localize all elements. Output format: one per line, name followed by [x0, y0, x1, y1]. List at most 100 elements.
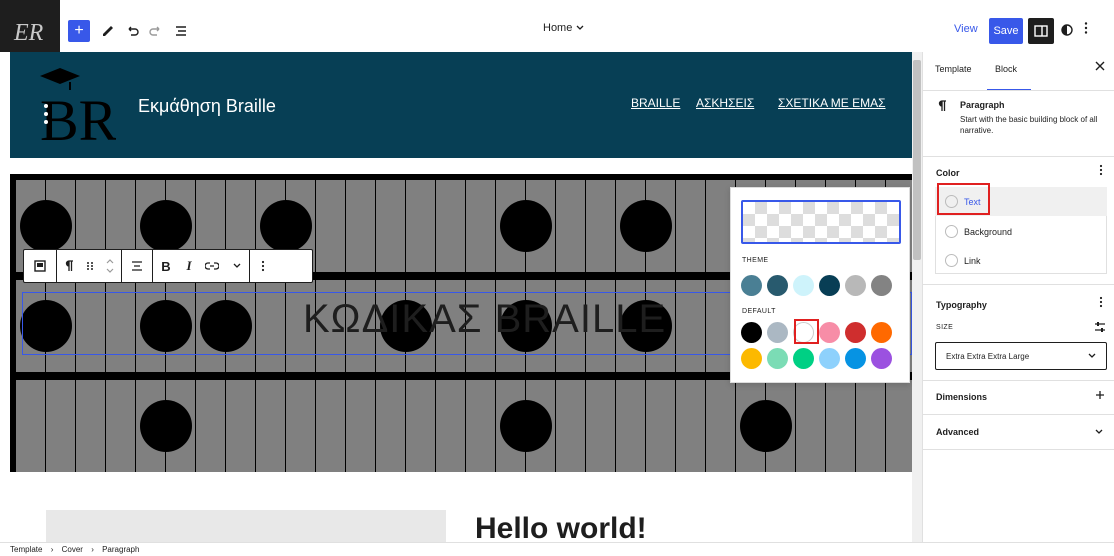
- save-button[interactable]: Save: [989, 18, 1023, 44]
- chevron-down-icon: [576, 25, 584, 30]
- move-arrows-icon: [106, 259, 114, 273]
- cover-paragraph-text[interactable]: ΚΩΔΙΚΑΣ BRAILLE: [303, 297, 666, 342]
- color-swatch[interactable]: [819, 275, 840, 296]
- dimensions-add-button[interactable]: [1095, 390, 1105, 400]
- braille-cell-slot: [556, 380, 585, 472]
- typography-panel-options-button[interactable]: [1099, 296, 1103, 308]
- cover-block-icon: [34, 260, 46, 272]
- braille-cell-slot: [106, 380, 135, 472]
- braille-cell-slot: [76, 380, 105, 472]
- tab-block[interactable]: Block: [995, 64, 1017, 74]
- move-up-down-buttons[interactable]: [99, 250, 121, 282]
- site-title[interactable]: Εκμάθηση Braille: [138, 96, 276, 117]
- braille-dot: [500, 400, 552, 452]
- braille-cell-slot: [16, 380, 45, 472]
- view-button[interactable]: View: [954, 23, 978, 35]
- color-swatch[interactable]: [767, 348, 788, 369]
- typography-panel-heading: Typography: [936, 300, 987, 310]
- color-item-label: Background: [964, 226, 1013, 237]
- color-swatch[interactable]: [819, 322, 840, 343]
- color-swatch[interactable]: [741, 322, 762, 343]
- link-icon: [205, 262, 219, 270]
- tools-button[interactable]: [97, 20, 119, 42]
- nav-link-braille[interactable]: BRAILLE: [631, 96, 680, 110]
- braille-cell-slot: [466, 180, 495, 272]
- tab-template[interactable]: Template: [935, 64, 972, 74]
- list-view-button[interactable]: [170, 20, 192, 42]
- braille-cell-slot: [286, 380, 315, 472]
- braille-cell-slot: [376, 380, 405, 472]
- paragraph-block-button[interactable]: [57, 250, 81, 282]
- color-swatch[interactable]: [767, 275, 788, 296]
- font-size-select[interactable]: Extra Extra Extra Large: [935, 342, 1107, 370]
- site-logo-icon: ER: [13, 20, 44, 46]
- site-logo-button[interactable]: ER: [0, 0, 60, 60]
- braille-cell-slot: [796, 380, 825, 472]
- undo-button[interactable]: [121, 20, 143, 42]
- nav-link-about[interactable]: ΣΧΕΤΙΚΑ ΜΕ ΕΜΑΣ: [778, 96, 886, 110]
- block-options-button[interactable]: [250, 250, 276, 282]
- chevron-down-icon: [233, 263, 241, 268]
- breadcrumb-item-cover[interactable]: Cover: [62, 545, 83, 554]
- parent-block-button[interactable]: [24, 250, 56, 282]
- breadcrumb-item-template[interactable]: Template: [10, 545, 42, 554]
- color-swatch[interactable]: [845, 322, 866, 343]
- align-center-icon: [132, 261, 142, 271]
- color-swatch[interactable]: [767, 322, 788, 343]
- color-item-link[interactable]: Link: [935, 246, 1107, 275]
- braille-cell-slot: [586, 380, 615, 472]
- color-panel-options-button[interactable]: [1099, 164, 1103, 176]
- advanced-panel-heading[interactable]: Advanced: [936, 427, 979, 437]
- font-size-custom-toggle[interactable]: [1094, 321, 1106, 333]
- document-title-dropdown[interactable]: Home: [543, 22, 584, 34]
- more-rich-text-button[interactable]: [225, 250, 249, 282]
- close-sidebar-button[interactable]: [1095, 61, 1105, 71]
- post-title[interactable]: Hello world!: [475, 512, 647, 542]
- color-swatch[interactable]: [871, 322, 892, 343]
- color-swatch[interactable]: [845, 275, 866, 296]
- color-swatch[interactable]: [793, 275, 814, 296]
- align-button[interactable]: [122, 250, 152, 282]
- color-swatch[interactable]: [845, 348, 866, 369]
- settings-toggle-button[interactable]: [1028, 18, 1054, 44]
- editor-top-toolbar: ER + Home View Save: [0, 0, 1114, 60]
- braille-cell-slot: [706, 380, 735, 472]
- color-item-background[interactable]: Background: [935, 217, 1107, 246]
- drag-handle[interactable]: [81, 250, 99, 282]
- italic-button[interactable]: I: [179, 250, 199, 282]
- canvas-scroll-thumb[interactable]: [913, 60, 921, 260]
- nav-link-exercises[interactable]: ΑΣΚΗΣΕΙΣ: [696, 96, 754, 110]
- color-swatch[interactable]: [793, 348, 814, 369]
- color-swatch[interactable]: [819, 348, 840, 369]
- add-block-button[interactable]: +: [68, 20, 90, 42]
- dimensions-panel-heading[interactable]: Dimensions: [936, 392, 987, 402]
- braille-dot: [500, 200, 552, 252]
- custom-color-picker-button[interactable]: [741, 200, 901, 244]
- braille-cell-slot: [676, 380, 705, 472]
- pilcrow-icon: [938, 100, 946, 111]
- color-swatch[interactable]: [741, 348, 762, 369]
- text-color-highlight: [937, 183, 990, 215]
- braille-cell-slot: [46, 380, 75, 472]
- link-button[interactable]: [199, 250, 225, 282]
- braille-dot: [740, 400, 792, 452]
- advanced-panel-toggle[interactable]: [1095, 429, 1103, 435]
- color-swatch[interactable]: [741, 275, 762, 296]
- breadcrumb-item-paragraph: Paragraph: [102, 545, 140, 554]
- more-vertical-icon: [1099, 296, 1103, 308]
- styles-button[interactable]: [1060, 23, 1074, 37]
- braille-cell-slot: [226, 380, 255, 472]
- breadcrumb-separator-icon: ›: [50, 545, 54, 554]
- redo-button[interactable]: [145, 20, 167, 42]
- site-header: BR Εκμάθηση Braille BRAILLE ΑΣΚΗΣΕΙΣ ΣΧΕ…: [10, 52, 912, 158]
- color-panel-heading: Color: [936, 168, 960, 178]
- color-swatch[interactable]: [871, 275, 892, 296]
- bold-button[interactable]: B: [153, 250, 179, 282]
- braille-cell-slot: [316, 380, 345, 472]
- braille-cell-slot: [346, 180, 375, 272]
- block-toolbar: B I: [23, 249, 313, 283]
- color-swatch[interactable]: [871, 348, 892, 369]
- color-item-label: Link: [964, 255, 981, 266]
- block-breadcrumb: Template › Cover › Paragraph: [0, 542, 1114, 556]
- options-menu-button[interactable]: [1084, 21, 1088, 35]
